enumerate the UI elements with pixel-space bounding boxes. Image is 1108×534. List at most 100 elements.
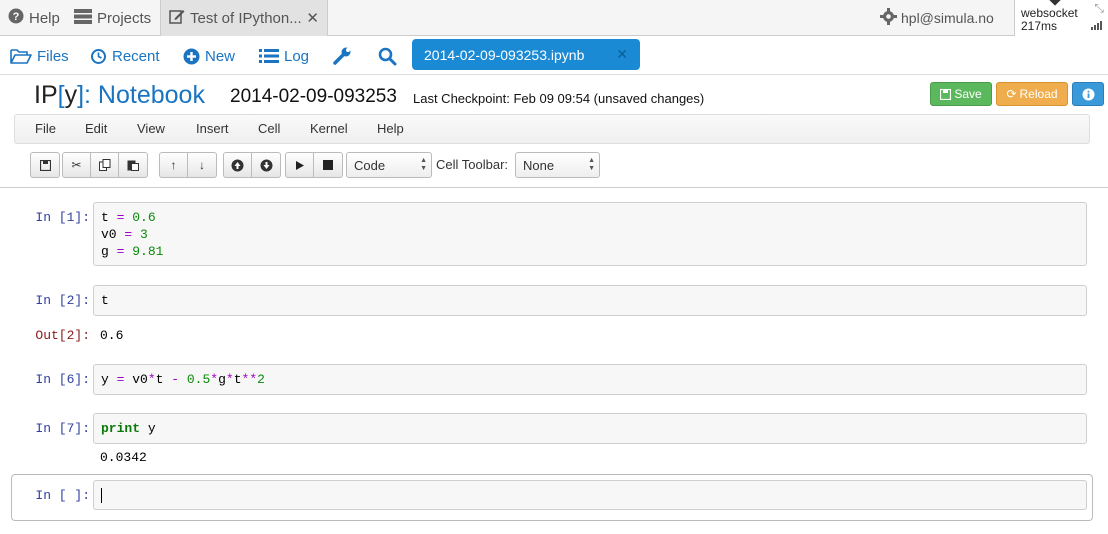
cut-button[interactable]: ✂ bbox=[63, 153, 91, 177]
user-email: hpl@simula.no bbox=[901, 10, 994, 26]
menu-kernel[interactable]: Kernel bbox=[310, 121, 348, 136]
notebook-toolbar: ✂ ↑ ↓ Code ▲ ▼ Cell Toolbar: None ▲ ▼ bbox=[0, 146, 1108, 188]
projects-tab-label: Projects bbox=[97, 9, 152, 27]
nav-new[interactable]: New bbox=[183, 37, 235, 75]
cell-toolbar-value: None bbox=[523, 158, 555, 173]
wrench-icon bbox=[333, 47, 351, 65]
input-prompt: In [2]: bbox=[35, 293, 90, 308]
close-icon[interactable]: ✕ bbox=[306, 9, 319, 27]
cell-output: 0.6 bbox=[100, 328, 124, 343]
info-button[interactable] bbox=[1072, 82, 1104, 106]
nav-log-label: Log bbox=[284, 47, 310, 65]
signal-bars-icon bbox=[1091, 21, 1102, 30]
search-icon bbox=[378, 47, 397, 65]
notebook-name[interactable]: 2014-02-09-093253 bbox=[230, 86, 397, 108]
circle-arrow-up-icon bbox=[231, 159, 244, 171]
cell-type-select[interactable]: Code ▲ ▼ bbox=[346, 152, 432, 178]
help-tab-label: Help bbox=[29, 9, 60, 27]
arrow-down-icon: ↓ bbox=[199, 158, 205, 172]
cell-toolbar-select[interactable]: None ▲ ▼ bbox=[515, 152, 600, 178]
help-tab[interactable]: ? Help bbox=[8, 0, 60, 36]
notebook-header: IP[y]: Notebook 2014-02-09-093253 Last C… bbox=[0, 76, 1108, 114]
input-prompt: In [1]: bbox=[35, 210, 90, 225]
svg-text:?: ? bbox=[13, 11, 20, 23]
cell-output: 0.0342 bbox=[100, 450, 147, 465]
question-circle-icon: ? bbox=[8, 8, 24, 28]
nav-files-label: Files bbox=[37, 47, 69, 65]
paste-icon bbox=[127, 160, 139, 171]
move-up-button[interactable]: ↑ bbox=[160, 153, 188, 177]
open-file-tab[interactable]: 2014-02-09-093253.ipynb ✕ bbox=[412, 39, 640, 70]
menu-insert[interactable]: Insert bbox=[196, 121, 229, 136]
run-group bbox=[285, 152, 343, 178]
folder-open-icon bbox=[10, 49, 32, 64]
open-file-tab-label: 2014-02-09-093253.ipynb bbox=[424, 46, 585, 63]
notebook-tab-label: Test of IPython... bbox=[190, 9, 302, 27]
input-prompt: In [7]: bbox=[35, 421, 90, 436]
nav-search[interactable] bbox=[378, 37, 402, 75]
insert-below-button[interactable] bbox=[252, 153, 280, 177]
reload-label: Reload bbox=[1019, 87, 1058, 101]
arrow-up-icon: ↑ bbox=[170, 158, 177, 172]
code-line: t bbox=[101, 293, 109, 308]
server-icon bbox=[74, 8, 92, 28]
project-nav-bar: Files Recent New Log 2014-02-09-093253.i… bbox=[0, 37, 1108, 75]
ipython-logo: IP[y]: Notebook bbox=[34, 81, 205, 109]
paste-button[interactable] bbox=[119, 153, 147, 177]
save-group bbox=[30, 152, 60, 178]
nav-new-label: New bbox=[205, 47, 236, 65]
code-cell-input[interactable]: t = 0.6 v0 = 3 g = 9.81 bbox=[93, 202, 1087, 266]
plus-circle-icon bbox=[183, 48, 200, 64]
nav-log[interactable]: Log bbox=[259, 37, 309, 75]
select-arrows-icon: ▲ ▼ bbox=[588, 157, 595, 172]
clock-icon bbox=[91, 48, 106, 64]
circle-arrow-down-icon bbox=[260, 159, 272, 171]
save-notebook-button[interactable] bbox=[31, 153, 59, 177]
checkpoint-status: Last Checkpoint: Feb 09 09:54 (unsaved c… bbox=[413, 91, 705, 106]
nav-recent-label: Recent bbox=[112, 47, 160, 65]
nav-files[interactable]: Files bbox=[10, 37, 69, 75]
projects-tab[interactable]: Projects bbox=[74, 0, 151, 36]
interrupt-button[interactable] bbox=[314, 153, 342, 177]
cell-toolbar-label: Cell Toolbar: bbox=[436, 157, 509, 172]
notebook-menubar: File Edit View Insert Cell Kernel Help bbox=[14, 114, 1090, 144]
close-file-icon[interactable]: ✕ bbox=[616, 46, 628, 63]
input-prompt: In [6]: bbox=[35, 372, 90, 387]
menu-cell[interactable]: Cell bbox=[258, 121, 280, 136]
menu-view[interactable]: View bbox=[137, 121, 165, 136]
stop-icon bbox=[323, 160, 333, 170]
code-cell-input[interactable]: t bbox=[93, 285, 1087, 316]
list-icon bbox=[259, 49, 279, 63]
caret-icon bbox=[1049, 0, 1061, 6]
move-down-button[interactable]: ↓ bbox=[188, 153, 216, 177]
gear-icon bbox=[880, 8, 897, 28]
menu-file[interactable]: File bbox=[35, 121, 56, 136]
refresh-icon: ⟳ bbox=[1006, 87, 1017, 101]
notebook-tab[interactable]: Test of IPython... ✕ bbox=[160, 0, 328, 36]
websocket-status[interactable]: ⤡ websocket 217ms bbox=[1014, 0, 1108, 36]
output-prompt: Out[2]: bbox=[35, 328, 90, 343]
select-arrows-icon: ▲ ▼ bbox=[420, 157, 427, 172]
expand-icon[interactable]: ⤡ bbox=[1094, 2, 1104, 15]
menu-edit[interactable]: Edit bbox=[85, 121, 107, 136]
save-label: Save bbox=[954, 87, 982, 101]
info-icon bbox=[1082, 88, 1094, 100]
input-prompt: In [ ]: bbox=[35, 488, 90, 503]
code-cell-input-active[interactable] bbox=[93, 480, 1087, 510]
top-tab-bar: ? Help Projects Test of IPython... ✕ hpl… bbox=[0, 0, 1108, 36]
floppy-icon bbox=[39, 159, 51, 171]
copy-button[interactable] bbox=[91, 153, 119, 177]
play-icon bbox=[296, 160, 304, 170]
menu-help[interactable]: Help bbox=[377, 121, 404, 136]
user-account[interactable]: hpl@simula.no bbox=[880, 0, 994, 36]
nav-settings[interactable] bbox=[332, 37, 357, 75]
move-group: ↑ ↓ bbox=[159, 152, 217, 178]
code-cell-input[interactable]: print y bbox=[93, 413, 1087, 444]
save-button[interactable]: Save bbox=[930, 82, 992, 106]
code-cell-input[interactable]: y = v0*t - 0.5*g*t**2 bbox=[93, 364, 1087, 395]
edit-group: ✂ bbox=[62, 152, 148, 178]
insert-above-button[interactable] bbox=[224, 153, 252, 177]
nav-recent[interactable]: Recent bbox=[90, 37, 160, 75]
reload-button[interactable]: ⟳ Reload bbox=[996, 82, 1068, 106]
run-cell-button[interactable] bbox=[286, 153, 314, 177]
